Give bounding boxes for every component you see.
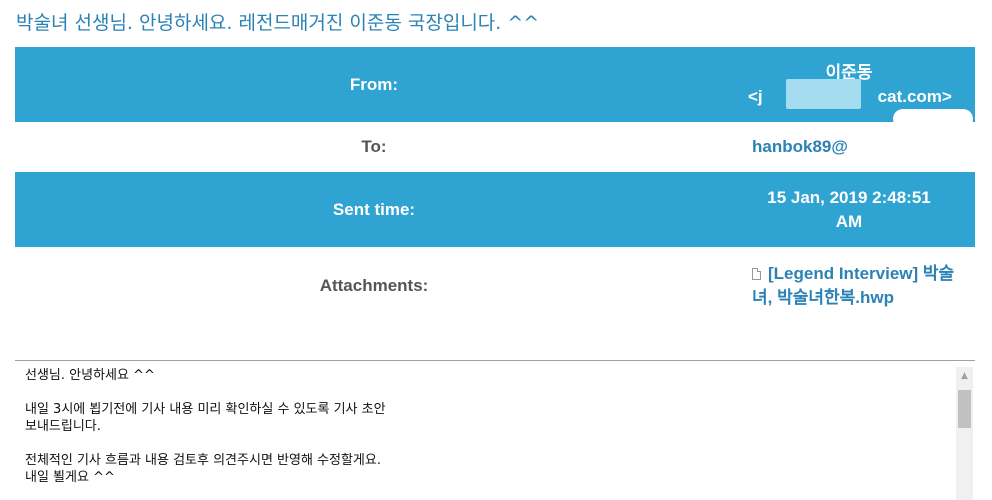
attachments-value: [Legend Interview] 박술녀, 박술녀한복.hwp: [733, 247, 975, 325]
from-row: From: 이준동 <j cat.com>: [15, 47, 975, 122]
attachment-link[interactable]: [Legend Interview] 박술녀, 박술녀한복.hwp: [752, 262, 965, 310]
file-icon: [752, 268, 761, 280]
from-label: From:: [349, 74, 399, 94]
attachments-row: Attachments: [Legend Interview] 박술녀, 박술녀…: [15, 247, 975, 325]
redaction-mark: [893, 109, 973, 129]
recipient-email-text: hanbok89@: [752, 137, 848, 156]
sent-time-row: Sent time: 15 Jan, 2019 2:48:51 AM: [15, 172, 975, 247]
sender-email-start: <j: [748, 86, 763, 106]
vertical-scrollbar[interactable]: ▲: [956, 367, 973, 500]
sent-time-label: Sent time:: [332, 199, 416, 219]
email-header-table: From: 이준동 <j cat.com> To: hanbok89@ Sent …: [15, 47, 975, 325]
scroll-thumb[interactable]: [958, 390, 971, 428]
sent-time-value: 15 Jan, 2019 2:48:51 AM: [733, 172, 975, 247]
to-row: To: hanbok89@: [15, 109, 975, 172]
email-subject: 박술녀 선생님. 안녕하세요. 레전드매거진 이준동 국장입니다. ^^: [16, 12, 540, 34]
message-body[interactable]: 선생님. 안녕하세요 ^^ 내일 3시에 뵙기전에 기사 내용 미리 확인하실 …: [25, 367, 945, 486]
sender-email[interactable]: <j cat.com>: [733, 78, 965, 109]
attachment-name[interactable]: [Legend Interview] 박술녀, 박술녀한복.hwp: [752, 264, 954, 307]
recipient-email[interactable]: hanbok89@: [733, 109, 973, 161]
sender-email-end: cat.com>: [877, 86, 952, 106]
sent-time-line1: 15 Jan, 2019 2:48:51: [767, 187, 931, 207]
redaction-mark: [786, 78, 861, 109]
scroll-up-arrow-icon[interactable]: ▲: [956, 367, 973, 384]
attachments-label: Attachments:: [319, 276, 429, 295]
message-body-frame: 선생님. 안녕하세요 ^^ 내일 3시에 뵙기전에 기사 내용 미리 확인하실 …: [15, 360, 975, 500]
to-label: To:: [361, 137, 387, 156]
sent-time-line2: AM: [835, 211, 863, 231]
to-value: hanbok89@: [733, 109, 975, 172]
redaction-mark: [850, 129, 970, 161]
